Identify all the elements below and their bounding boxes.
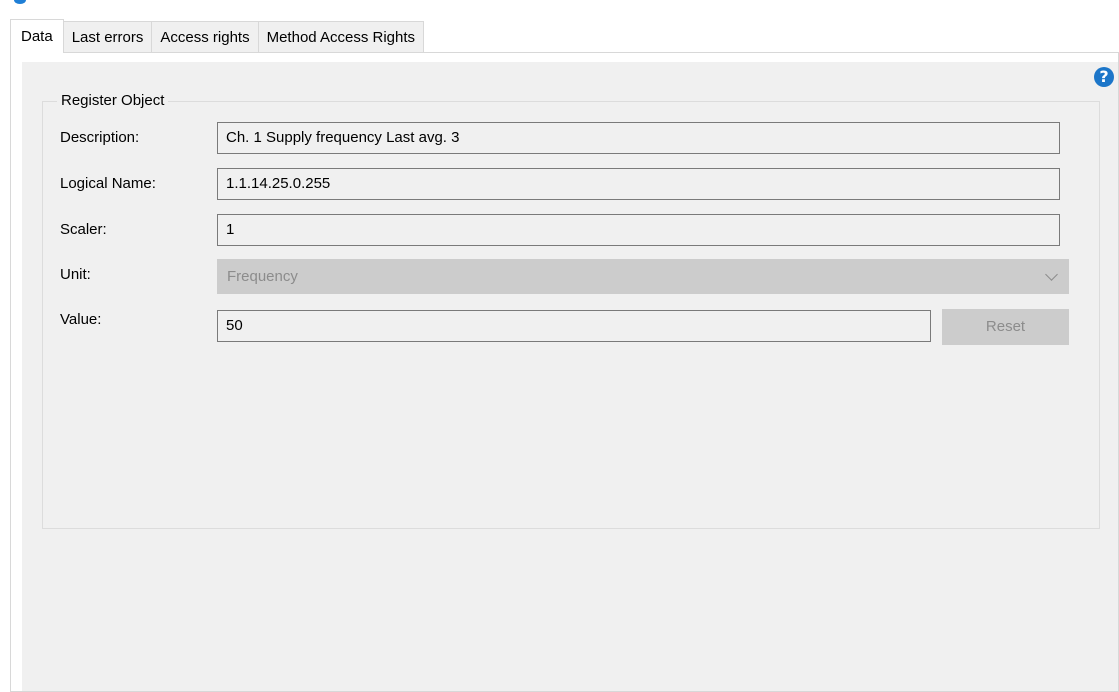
help-icon[interactable]: ? [1094,67,1114,87]
description-label: Description: [60,129,140,146]
value-field[interactable]: 50 [217,310,931,342]
tab-last-errors[interactable]: Last errors [62,21,153,53]
tab-method-access-rights[interactable]: Method Access Rights [257,21,424,53]
register-object-group: Register Object Description: Ch. 1 Suppl… [42,91,1100,529]
unit-label: Unit: [60,266,91,283]
chevron-down-icon [1045,268,1058,281]
group-title: Register Object [57,91,169,111]
tab-access-rights[interactable]: Access rights [151,21,259,53]
data-tab-page: ? Register Object Description: Ch. 1 Sup… [22,62,1118,691]
tab-strip: Data Last errors Access rights Method Ac… [10,19,424,53]
scaler-field[interactable]: 1 [217,214,1060,246]
logical-name-label: Logical Name: [60,175,156,192]
reset-button[interactable]: Reset [942,309,1069,345]
tab-data[interactable]: Data [10,19,64,53]
tab-panel: ? Register Object Description: Ch. 1 Sup… [10,52,1119,692]
unit-select[interactable]: Frequency [217,259,1069,294]
value-label: Value: [60,311,102,328]
scaler-label: Scaler: [60,221,107,238]
logical-name-field[interactable]: 1.1.14.25.0.255 [217,168,1060,200]
window-icon-fragment [14,0,26,4]
unit-selected-value: Frequency [227,268,298,285]
description-field[interactable]: Ch. 1 Supply frequency Last avg. 3 [217,122,1060,154]
